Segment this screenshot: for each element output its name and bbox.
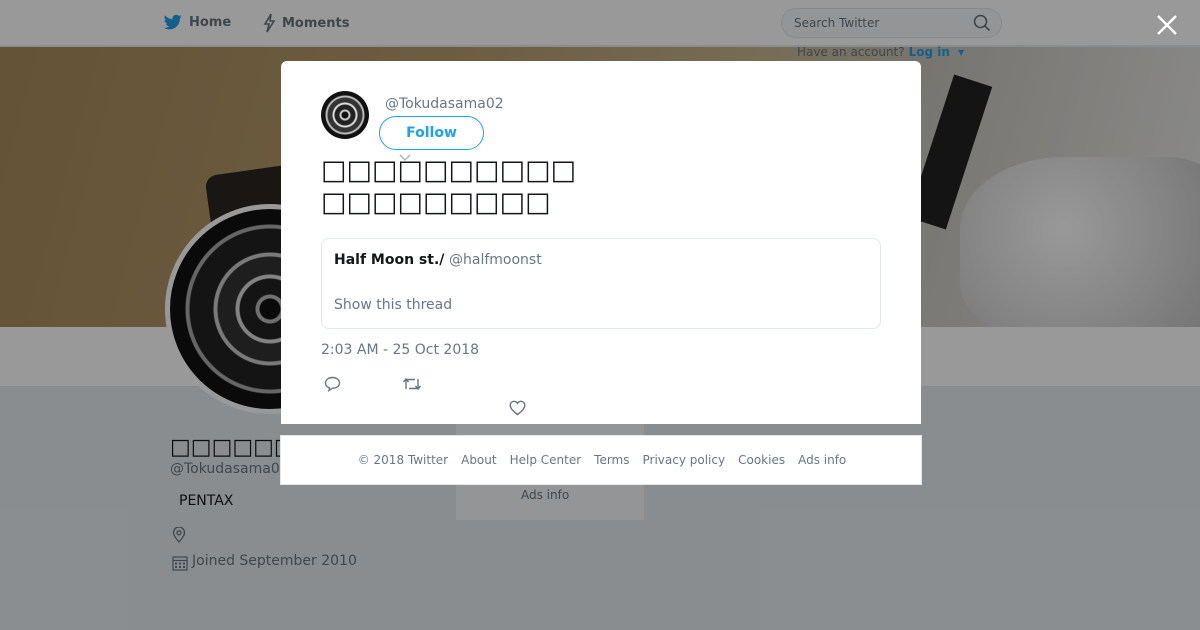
- like-icon[interactable]: [509, 400, 526, 416]
- close-icon[interactable]: [1154, 12, 1180, 38]
- follow-button[interactable]: Follow: [379, 116, 484, 150]
- footer-links: © 2018 Twitter About Help Center Terms P…: [281, 453, 923, 467]
- retweet-icon[interactable]: [402, 376, 422, 392]
- tweet-text-line-1: □□□□□□□□□□: [321, 155, 577, 186]
- footer-link-terms[interactable]: Terms: [594, 453, 629, 467]
- footer-link-about[interactable]: About: [461, 453, 496, 467]
- quoted-tweet-author-handle: @halfmoonst: [449, 252, 542, 268]
- show-thread-link[interactable]: Show this thread: [334, 297, 452, 313]
- tweet-text: □□□□□□□□□□ □□□□□□□□□: [321, 155, 881, 219]
- footer-link-privacy-policy[interactable]: Privacy policy: [643, 453, 726, 467]
- footer-link-cookies[interactable]: Cookies: [738, 453, 785, 467]
- quoted-tweet-card[interactable]: Half Moon st./ @halfmoonst Show this thr…: [321, 238, 881, 329]
- footer-copyright: © 2018 Twitter: [357, 453, 449, 467]
- quoted-tweet-author-name: Half Moon st./: [334, 252, 445, 268]
- tweet-author-handle[interactable]: @Tokudasama02: [385, 96, 504, 112]
- tweet-timestamp[interactable]: 2:03 AM - 25 Oct 2018: [321, 342, 479, 358]
- footer-link-help-center[interactable]: Help Center: [510, 453, 582, 467]
- reply-icon[interactable]: [324, 376, 341, 392]
- footer-link-ads-info[interactable]: Ads info: [798, 453, 846, 467]
- tweet-author-avatar[interactable]: [321, 91, 369, 139]
- modal-footer: © 2018 Twitter About Help Center Terms P…: [280, 435, 922, 485]
- tweet-permalink-modal: @Tokudasama02 Follow □□□□□□□□□□ □□□□□□□□…: [281, 61, 921, 424]
- tweet-text-line-2: □□□□□□□□□: [321, 187, 551, 218]
